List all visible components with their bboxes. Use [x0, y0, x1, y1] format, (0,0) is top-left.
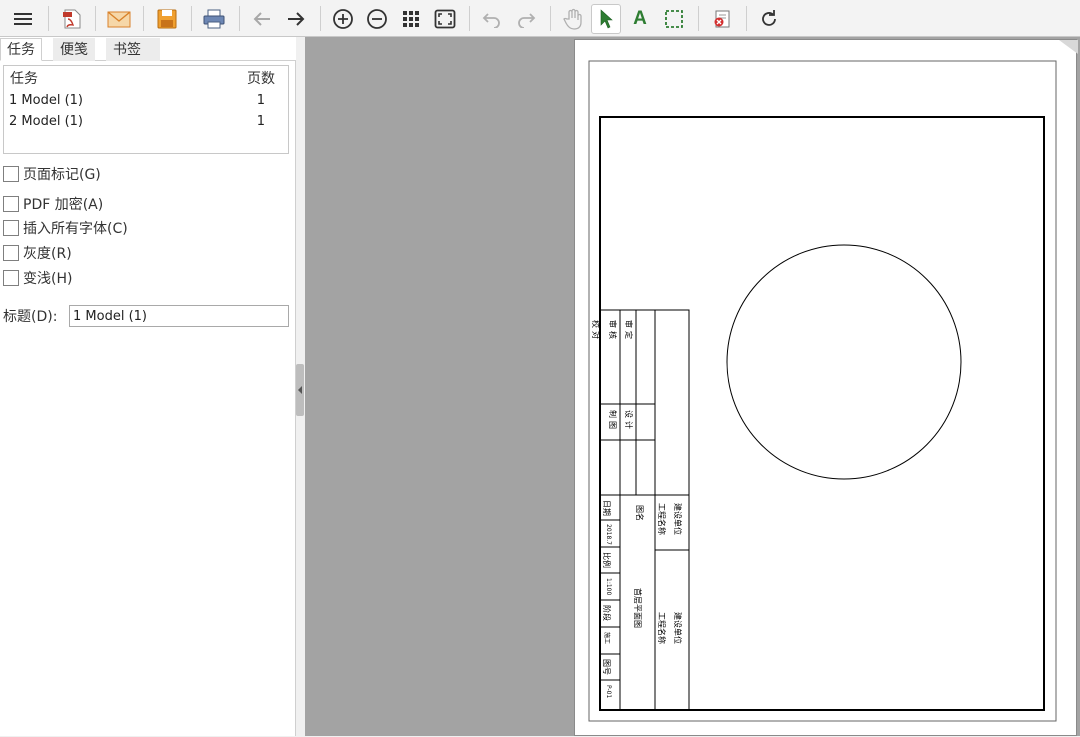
- checkbox-label: 变浅(H): [23, 271, 73, 287]
- select-pointer-icon[interactable]: [591, 4, 621, 34]
- pages-column-header[interactable]: 页数: [247, 68, 275, 88]
- pdf-encrypt-checkbox[interactable]: PDF 加密(A): [3, 195, 103, 213]
- tb-draw: 制图: [608, 410, 617, 432]
- table-row[interactable]: 2 Model (1) 1: [4, 112, 288, 133]
- zoom-in-icon[interactable]: [328, 4, 358, 34]
- tb-stage-label: 阶段: [602, 605, 611, 621]
- tb-drawing-name: 首层平面图: [633, 588, 642, 628]
- zoom-out-icon[interactable]: [362, 4, 392, 34]
- tb-approve: 审定: [624, 320, 633, 342]
- toolbar-separator: [48, 6, 49, 31]
- tb-date: 2018.7: [605, 524, 612, 545]
- checkbox-box[interactable]: [3, 220, 19, 236]
- tb-drawing-no-label: 图号: [602, 659, 611, 675]
- toolbar-separator: [239, 6, 240, 31]
- grayscale-checkbox[interactable]: 灰度(R): [3, 244, 72, 262]
- print-preview-area[interactable]: 审定 审核 校对 设计 制图 日期 2018.7 比例 1:100 阶段 施工 …: [305, 37, 1080, 736]
- save-icon[interactable]: [152, 4, 182, 34]
- checkbox-box[interactable]: [3, 270, 19, 286]
- tab-notes[interactable]: 便笺: [53, 38, 95, 61]
- undo-icon[interactable]: [477, 4, 507, 34]
- title-input[interactable]: [69, 305, 289, 327]
- refresh-icon[interactable]: [754, 4, 784, 34]
- task-pages: 1: [256, 114, 265, 129]
- toolbar-separator: [746, 6, 747, 31]
- tb-owner-label: 建设单位: [673, 503, 682, 535]
- checkbox-label: 灰度(R): [23, 246, 72, 262]
- task-list: 任务 页数 1 Model (1) 1 2 Model (1) 1: [3, 65, 289, 154]
- menu-icon[interactable]: [8, 4, 38, 34]
- tb-check: 校对: [591, 320, 600, 342]
- checkbox-box[interactable]: [3, 166, 19, 182]
- marquee-select-icon[interactable]: [659, 4, 689, 34]
- checkbox-label: 页面标记(G): [23, 167, 101, 183]
- tb-scale: 1:100: [605, 578, 612, 596]
- title-block-text: 审定 审核 校对 设计 制图 日期 2018.7 比例 1:100 阶段 施工 …: [575, 40, 1078, 737]
- print-icon[interactable]: [199, 4, 229, 34]
- tab-bookmarks[interactable]: 书签: [106, 38, 160, 61]
- panel-splitter-handle[interactable]: [296, 364, 304, 416]
- task-column-header[interactable]: 任务: [10, 68, 38, 88]
- task-pages: 1: [256, 93, 265, 108]
- title-row: 标题(D):: [3, 305, 289, 327]
- tab-bar: 任务 便笺 书签: [0, 37, 296, 61]
- pdf-icon[interactable]: [57, 4, 87, 34]
- email-icon[interactable]: [104, 4, 134, 34]
- tb-project-label: 工程名称: [657, 612, 666, 644]
- task-name: 2 Model (1): [9, 114, 83, 129]
- table-row[interactable]: 1 Model (1) 1: [4, 91, 288, 112]
- toolbar-separator: [469, 6, 470, 31]
- back-arrow-icon[interactable]: [247, 4, 277, 34]
- lighten-checkbox[interactable]: 变浅(H): [3, 269, 72, 287]
- tb-date-label: 日期: [602, 500, 611, 516]
- tb-owner-label: 建设单位: [673, 612, 682, 644]
- forward-arrow-icon[interactable]: [281, 4, 311, 34]
- toolbar-separator: [191, 6, 192, 31]
- toolbar-separator: [698, 6, 699, 31]
- tb-drawing-name-label: 图名: [635, 505, 644, 521]
- checkbox-label: PDF 加密(A): [23, 197, 104, 213]
- toolbar: A: [0, 0, 1080, 37]
- task-name: 1 Model (1): [9, 93, 83, 108]
- thumbnails-icon[interactable]: [396, 4, 426, 34]
- tb-drawing-no: P-01: [605, 685, 612, 699]
- toolbar-separator: [320, 6, 321, 31]
- embed-fonts-checkbox[interactable]: 插入所有字体(C): [3, 219, 128, 237]
- toolbar-separator: [550, 6, 551, 31]
- preview-page: 审定 审核 校对 设计 制图 日期 2018.7 比例 1:100 阶段 施工 …: [574, 39, 1078, 737]
- hand-pan-icon[interactable]: [558, 4, 588, 34]
- toolbar-separator: [143, 6, 144, 31]
- fit-page-icon[interactable]: [430, 4, 460, 34]
- tb-review: 审核: [608, 320, 617, 342]
- checkbox-box[interactable]: [3, 245, 19, 261]
- checkbox-box[interactable]: [3, 196, 19, 212]
- redo-icon[interactable]: [511, 4, 541, 34]
- settings-icon[interactable]: [707, 4, 737, 34]
- tb-scale-label: 比例: [602, 552, 611, 568]
- tb-stage: 施工: [603, 632, 610, 645]
- toolbar-separator: [95, 6, 96, 31]
- text-tool-label: A: [633, 8, 647, 29]
- tb-project-label: 工程名称: [657, 503, 666, 535]
- tb-design: 设计: [624, 410, 633, 432]
- title-label: 标题(D):: [3, 309, 58, 325]
- checkbox-label: 插入所有字体(C): [23, 221, 128, 237]
- text-tool-icon[interactable]: A: [625, 4, 655, 34]
- page-marks-checkbox[interactable]: 页面标记(G): [3, 165, 101, 183]
- tab-tasks[interactable]: 任务: [0, 38, 42, 61]
- left-panel: 任务 便笺 书签 任务 页数 1 Model (1) 1 2 Model (1)…: [0, 37, 296, 736]
